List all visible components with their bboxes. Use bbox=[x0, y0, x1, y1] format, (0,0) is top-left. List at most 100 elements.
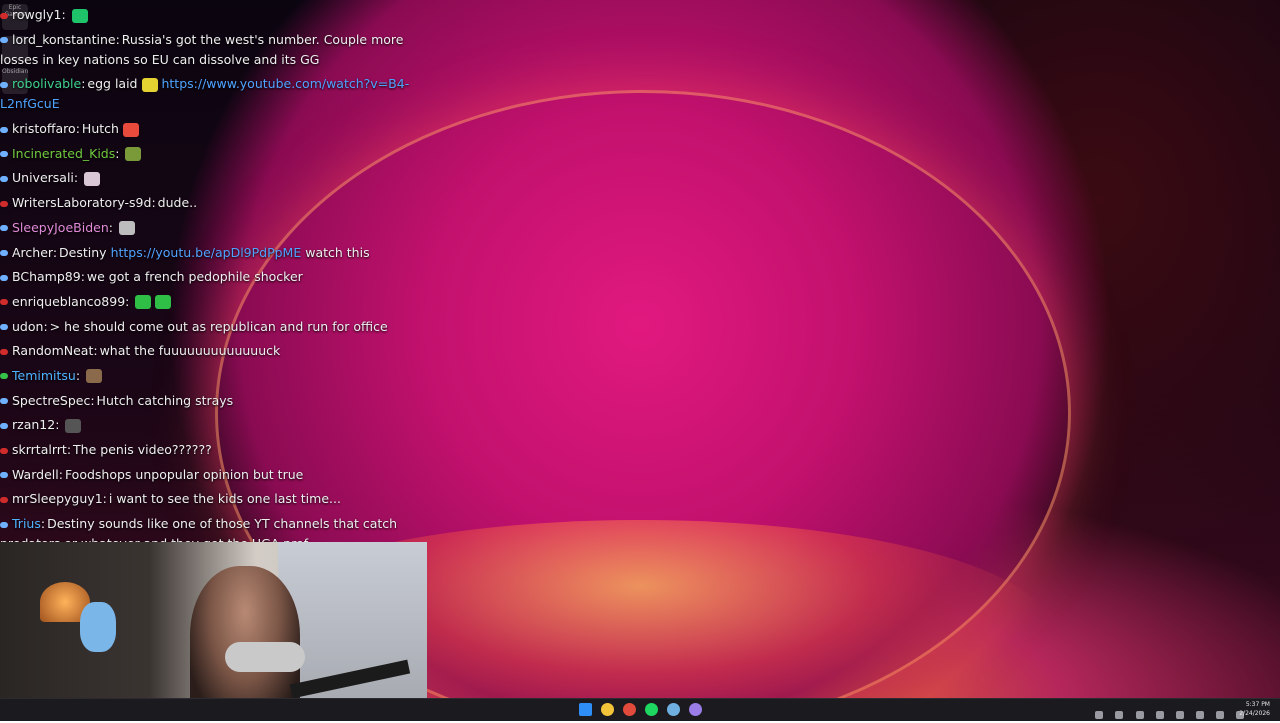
platform-badge-icon bbox=[0, 250, 8, 256]
chat-text: i want to see the kids one last time... bbox=[108, 491, 341, 507]
chat-message: Temimitsu: bbox=[0, 365, 420, 387]
tray-icon[interactable] bbox=[1115, 711, 1124, 719]
chrome-icon[interactable] bbox=[623, 703, 636, 716]
clock-date: 2/24/2026 bbox=[1239, 710, 1270, 717]
microphone bbox=[225, 642, 305, 672]
wifi-icon[interactable] bbox=[1215, 711, 1224, 719]
emote-icon bbox=[65, 418, 82, 433]
chat-username[interactable]: udon bbox=[12, 319, 43, 334]
platform-badge-icon bbox=[0, 447, 8, 454]
chat-text: Hutch catching strays bbox=[96, 392, 234, 408]
steam-icon[interactable] bbox=[667, 703, 680, 716]
chat-separator: : bbox=[102, 491, 107, 507]
chat-separator: : bbox=[115, 31, 120, 47]
platform-badge-icon bbox=[0, 496, 8, 503]
platform-badge-icon bbox=[0, 126, 8, 133]
chat-username[interactable]: Universali bbox=[12, 170, 74, 185]
chat-username[interactable]: rowgly1 bbox=[12, 7, 62, 22]
obs-icon[interactable] bbox=[689, 703, 702, 716]
chat-text: Destiny bbox=[59, 244, 107, 260]
tray-icon[interactable] bbox=[1095, 711, 1104, 719]
chat-message: Incinerated_Kids: bbox=[0, 143, 420, 165]
chat-message: kristoffaro: Hutch bbox=[0, 118, 420, 140]
clock[interactable]: 5:37 PM 2/24/2026 bbox=[1239, 700, 1270, 718]
chat-username[interactable]: rzan12 bbox=[12, 417, 55, 432]
chat-separator: : bbox=[80, 269, 85, 285]
chat-username[interactable]: WritersLaboratory-s9d bbox=[12, 195, 151, 210]
emote-icon bbox=[86, 369, 103, 384]
platform-badge-icon bbox=[0, 472, 8, 479]
emote-icon bbox=[84, 171, 101, 186]
chat-username[interactable]: enriqueblanco899 bbox=[12, 294, 125, 309]
platform-badge-icon bbox=[0, 373, 8, 380]
chat-username[interactable]: BChamp89 bbox=[12, 269, 81, 284]
chat-message: SleepyJoeBiden: bbox=[0, 217, 420, 239]
chat-separator: : bbox=[90, 392, 95, 408]
platform-badge-icon bbox=[0, 151, 8, 158]
chat-separator: : bbox=[58, 466, 63, 482]
file-explorer-icon[interactable] bbox=[601, 703, 614, 716]
chat-text: egg laid bbox=[87, 76, 138, 92]
chat-username[interactable]: Wardell bbox=[12, 467, 59, 482]
chat-separator: : bbox=[43, 318, 48, 334]
emote-icon bbox=[122, 122, 139, 137]
chat-username[interactable]: RandomNeat bbox=[12, 343, 93, 358]
platform-badge-icon bbox=[0, 175, 8, 182]
chat-username[interactable]: lord_konstantine bbox=[12, 32, 116, 47]
system-tray bbox=[1088, 704, 1244, 719]
platform-badge-icon bbox=[0, 324, 8, 331]
chat-message: Wardell: Foodshops unpopular opinion but … bbox=[0, 464, 420, 486]
network-icon[interactable] bbox=[1195, 711, 1204, 719]
chat-text: Hutch bbox=[81, 121, 119, 137]
chat-message: udon: > he should come out as republican … bbox=[0, 316, 420, 338]
chat-username[interactable]: Incinerated_Kids bbox=[12, 146, 115, 161]
platform-badge-icon bbox=[0, 398, 8, 405]
chat-username[interactable]: Trius bbox=[12, 516, 41, 531]
chat-message: robolivable: egg laid https://www.youtube… bbox=[0, 73, 420, 115]
platform-badge-icon bbox=[0, 225, 8, 232]
chat-username[interactable]: mrSleepyguy1 bbox=[12, 491, 103, 506]
chat-message: enriqueblanco899: bbox=[0, 291, 420, 313]
chat-username[interactable]: Archer bbox=[12, 245, 53, 260]
chat-separator: : bbox=[55, 417, 60, 433]
platform-badge-icon bbox=[0, 81, 8, 88]
emote-icon bbox=[125, 147, 142, 162]
chat-username[interactable]: Temimitsu bbox=[12, 368, 76, 383]
chat-text: Foodshops unpopular opinion but true bbox=[64, 466, 304, 482]
tray-icon[interactable] bbox=[1155, 711, 1164, 719]
chat-username[interactable]: robolivable bbox=[12, 76, 81, 91]
chat-message: mrSleepyguy1: i want to see the kids one … bbox=[0, 488, 420, 510]
chat-separator: : bbox=[115, 145, 120, 161]
clock-time: 5:37 PM bbox=[1245, 701, 1270, 708]
webcam-feed bbox=[0, 542, 427, 720]
chat-username[interactable]: skrrtalrrt bbox=[12, 442, 67, 457]
chat-message: skrrtalrrt: The penis video?????? bbox=[0, 439, 420, 461]
emote-icon bbox=[135, 295, 152, 310]
spotify-icon[interactable] bbox=[645, 703, 658, 716]
tray-icon[interactable] bbox=[1135, 711, 1144, 719]
chat-overlay: rowgly1: lord_konstantine: Russia's got th… bbox=[0, 4, 420, 582]
chat-separator: : bbox=[61, 7, 66, 22]
chat-message: SpectreSpec: Hutch catching strays bbox=[0, 390, 420, 412]
platform-badge-icon bbox=[0, 299, 8, 306]
platform-badge-icon bbox=[0, 521, 8, 528]
chat-separator: : bbox=[151, 195, 156, 211]
tray-icon[interactable] bbox=[1175, 711, 1184, 719]
chat-text: we got a french pedophile shocker bbox=[86, 269, 303, 285]
chat-message: rowgly1: bbox=[0, 4, 420, 26]
platform-badge-icon bbox=[0, 12, 8, 19]
chat-separator: : bbox=[75, 121, 80, 137]
chat-text: watch this bbox=[301, 244, 370, 260]
emote-icon bbox=[141, 77, 158, 92]
platform-badge-icon bbox=[0, 200, 8, 207]
chat-message: Universali: bbox=[0, 167, 420, 189]
chat-username[interactable]: SpectreSpec bbox=[12, 393, 90, 408]
start-button[interactable] bbox=[579, 703, 592, 716]
chat-text: The penis video?????? bbox=[73, 442, 212, 457]
chat-separator: : bbox=[40, 516, 46, 532]
chat-username[interactable]: kristoffaro bbox=[12, 121, 76, 136]
emote-icon bbox=[118, 221, 135, 236]
chat-link[interactable]: https://youtu.be/apDl9PdPpME bbox=[111, 245, 302, 260]
chat-username[interactable]: SleepyJoeBiden bbox=[12, 220, 109, 235]
chat-message: RandomNeat: what the fuuuuuuuuuuuuuck bbox=[0, 340, 420, 362]
